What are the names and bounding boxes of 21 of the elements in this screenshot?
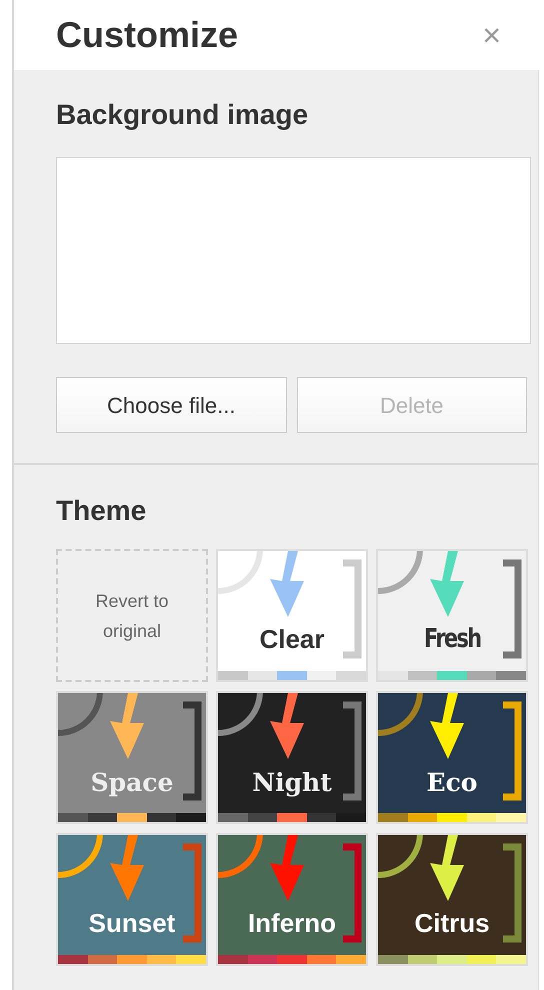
theme-name: Eco xyxy=(426,766,478,798)
theme-tile[interactable]: Inferno xyxy=(216,833,368,966)
theme-name: Night xyxy=(252,766,332,798)
theme-name: Citrus xyxy=(414,907,490,940)
file-button[interactable]: Choose file... xyxy=(56,377,286,433)
theme-tile[interactable]: Night xyxy=(216,691,368,824)
panel-title: Customize xyxy=(56,13,238,57)
theme-name: Inferno xyxy=(248,907,336,940)
theme-tile[interactable]: Citrus xyxy=(376,833,528,966)
image-drop-area[interactable] xyxy=(56,157,531,344)
theme-name: Sunset xyxy=(88,907,176,940)
theme-name: Clear xyxy=(259,623,325,656)
theme-tile[interactable]: Eco xyxy=(376,691,528,824)
theme-tile[interactable]: Clear xyxy=(216,549,368,682)
theme-name: Fresh xyxy=(424,623,480,656)
theme-tile[interactable]: Fresh xyxy=(376,549,528,682)
section-heading: Theme xyxy=(56,494,148,528)
revert-theme-tile[interactable]: Revert to original xyxy=(56,549,208,682)
section-heading: Background image xyxy=(56,98,310,132)
theme-tile[interactable]: Sunset xyxy=(56,833,208,966)
theme-name: Space xyxy=(90,766,174,798)
